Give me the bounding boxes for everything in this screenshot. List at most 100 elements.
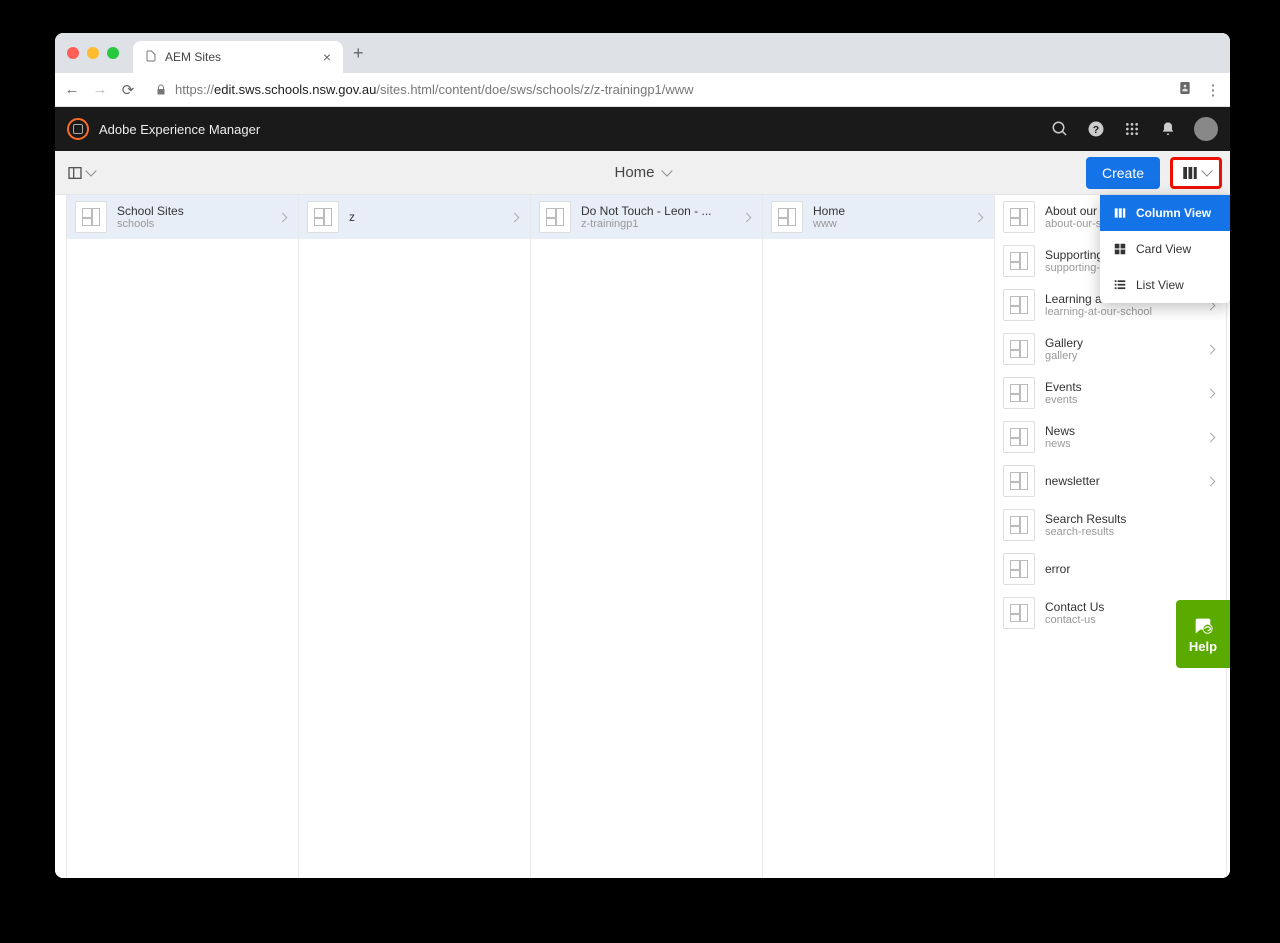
item-subtitle: z-trainingp1 (581, 218, 743, 230)
nav-forward-icon[interactable]: → (91, 81, 109, 98)
item-subtitle: news (1045, 438, 1207, 450)
page-thumbnail-icon (1003, 465, 1035, 497)
maximize-window-icon[interactable] (107, 47, 119, 59)
apps-grid-icon[interactable] (1122, 119, 1142, 139)
browser-address-bar: ← → ⟳ https://edit.sws.schools.nsw.gov.a… (55, 73, 1230, 107)
column-view-icon (1112, 205, 1128, 221)
column-item[interactable]: Search Resultssearch-results (995, 503, 1226, 547)
item-title: newsletter (1045, 474, 1207, 488)
new-tab-button[interactable]: + (353, 43, 364, 64)
browser-tab[interactable]: AEM Sites × (133, 41, 343, 73)
chevron-down-icon (661, 165, 672, 176)
item-title: Events (1045, 380, 1207, 394)
item-subtitle: www (813, 218, 975, 230)
column: z (299, 195, 531, 878)
browser-menu-icon[interactable]: ⋮ (1204, 81, 1222, 99)
column-browser: School Sitesschools z Do Not Touch - Leon … (55, 195, 1230, 878)
close-window-icon[interactable] (67, 47, 79, 59)
chevron-right-icon (974, 212, 984, 222)
page-thumbnail-icon (539, 201, 571, 233)
breadcrumb-label: Home (614, 164, 654, 181)
window-controls (67, 47, 119, 59)
view-switcher-button[interactable] (1170, 157, 1222, 189)
user-avatar[interactable] (1194, 117, 1218, 141)
tab-close-icon[interactable]: × (323, 49, 331, 65)
card-view-icon (1112, 241, 1128, 257)
item-title: Do Not Touch - Leon - ... (581, 204, 743, 218)
column: School Sitesschools (67, 195, 299, 878)
chevron-right-icon (1206, 476, 1216, 486)
view-option-column[interactable]: Column View (1100, 195, 1230, 231)
search-icon[interactable] (1050, 119, 1070, 139)
aem-logo-icon[interactable] (67, 118, 89, 140)
page-thumbnail-icon (1003, 245, 1035, 277)
page-thumbnail-icon (771, 201, 803, 233)
column: Homewww (763, 195, 995, 878)
column-item[interactable]: Gallerygallery (995, 327, 1226, 371)
tab-title: AEM Sites (165, 50, 221, 64)
item-subtitle: events (1045, 394, 1207, 406)
column-item[interactable]: Eventsevents (995, 371, 1226, 415)
column: Do Not Touch - Leon - ...z-trainingp1 (531, 195, 763, 878)
column-item[interactable]: Homewww (763, 195, 994, 239)
help-fab-label: Help (1189, 639, 1217, 654)
chevron-right-icon (742, 212, 752, 222)
item-subtitle: search-results (1045, 526, 1218, 538)
nav-reload-icon[interactable]: ⟳ (119, 81, 137, 99)
chevron-right-icon (1206, 388, 1216, 398)
column-item[interactable]: Do Not Touch - Leon - ...z-trainingp1 (531, 195, 762, 239)
action-bar: Home Create Column View Card View List V… (55, 151, 1230, 195)
chevron-down-icon (85, 165, 96, 176)
chevron-right-icon (1206, 432, 1216, 442)
url-input[interactable]: https://edit.sws.schools.nsw.gov.au/site… (147, 82, 1166, 97)
nav-back-icon[interactable]: ← (63, 81, 81, 98)
column-item[interactable]: z (299, 195, 530, 239)
item-title: z (349, 210, 511, 224)
chevron-down-icon (1201, 165, 1212, 176)
column-item[interactable]: error (995, 547, 1226, 591)
create-button[interactable]: Create (1086, 157, 1160, 189)
bell-icon[interactable] (1158, 119, 1178, 139)
item-title: News (1045, 424, 1207, 438)
page-file-icon (145, 50, 157, 65)
item-title: Search Results (1045, 512, 1218, 526)
help-fab[interactable]: Help (1176, 600, 1230, 668)
browser-window: AEM Sites × + ← → ⟳ https://edit.sws.sch… (55, 33, 1230, 878)
item-title: Gallery (1045, 336, 1207, 350)
item-subtitle: learning-at-our-school (1045, 306, 1207, 318)
item-title: Home (813, 204, 975, 218)
browser-tabbar: AEM Sites × + (55, 33, 1230, 73)
item-subtitle: schools (117, 218, 279, 230)
chat-icon (1192, 615, 1214, 637)
page-thumbnail-icon (1003, 597, 1035, 629)
column-view-icon (1181, 164, 1199, 182)
breadcrumb[interactable]: Home (614, 164, 670, 181)
item-subtitle: gallery (1045, 350, 1207, 362)
minimize-window-icon[interactable] (87, 47, 99, 59)
page-thumbnail-icon (1003, 377, 1035, 409)
aem-header: Adobe Experience Manager ? (55, 107, 1230, 151)
chevron-right-icon (510, 212, 520, 222)
page-thumbnail-icon (1003, 201, 1035, 233)
page-thumbnail-icon (1003, 333, 1035, 365)
page-thumbnail-icon (1003, 509, 1035, 541)
column-item[interactable]: School Sitesschools (67, 195, 298, 239)
view-option-list[interactable]: List View (1100, 267, 1230, 303)
item-title: School Sites (117, 204, 279, 218)
page-thumbnail-icon (1003, 421, 1035, 453)
lock-icon (155, 84, 167, 96)
view-menu-popover: Column View Card View List View (1100, 195, 1230, 303)
column-item[interactable]: newsletter (995, 459, 1226, 503)
page-thumbnail-icon (307, 201, 339, 233)
view-option-card[interactable]: Card View (1100, 231, 1230, 267)
column-item[interactable]: Newsnews (995, 415, 1226, 459)
list-view-icon (1112, 277, 1128, 293)
aem-product-name: Adobe Experience Manager (99, 122, 260, 137)
help-icon[interactable]: ? (1086, 119, 1106, 139)
profile-icon[interactable] (1176, 80, 1194, 100)
rail-toggle[interactable] (63, 161, 99, 185)
page-thumbnail-icon (1003, 289, 1035, 321)
column-placeholder (55, 195, 67, 878)
page-thumbnail-icon (75, 201, 107, 233)
svg-text:?: ? (1093, 124, 1099, 136)
